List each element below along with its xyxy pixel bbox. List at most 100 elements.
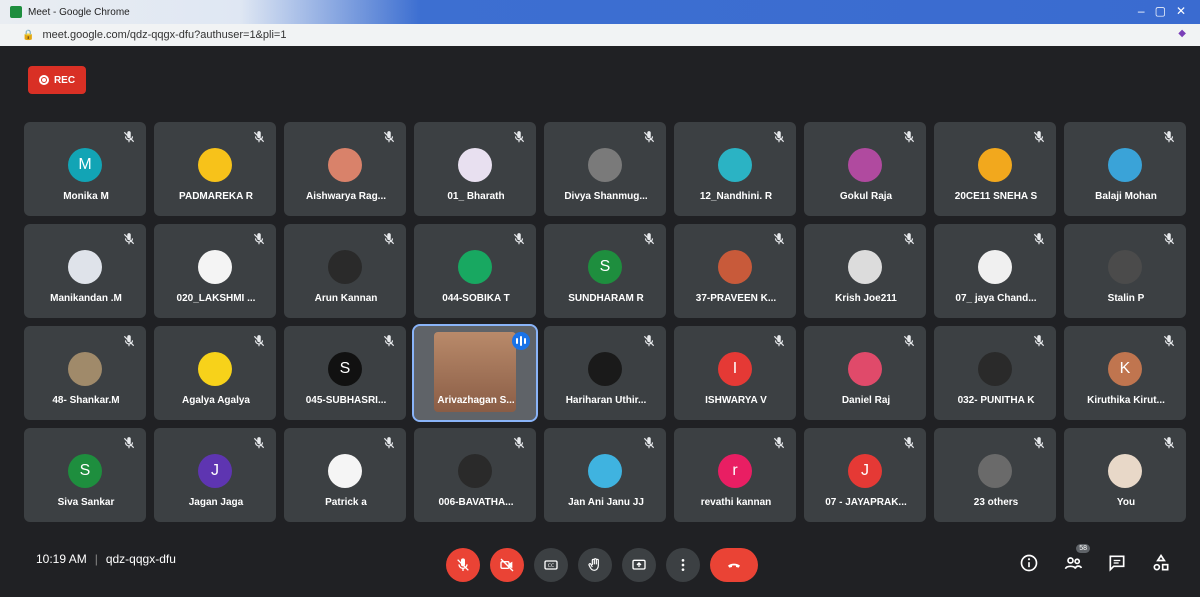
mic-muted-icon (642, 334, 656, 348)
participant-tile[interactable]: 044-SOBIKA T (414, 224, 536, 318)
participant-name: 37-PRAVEEN K... (695, 293, 777, 304)
mic-off-icon (457, 558, 469, 571)
participant-tile[interactable]: Patrick a (284, 428, 406, 522)
mic-muted-icon (772, 334, 786, 348)
participant-avatar (198, 148, 232, 182)
mic-muted-icon (512, 436, 526, 450)
participant-avatar (1108, 148, 1142, 182)
participant-avatar (848, 250, 882, 284)
people-count-badge: 58 (1076, 544, 1090, 553)
participant-tile[interactable]: 48- Shankar.M (24, 326, 146, 420)
activities-button[interactable] (1150, 552, 1172, 574)
participant-tile[interactable]: 37-PRAVEEN K... (674, 224, 796, 318)
present-icon (632, 559, 646, 570)
raise-hand-button[interactable] (578, 548, 612, 582)
participant-tile[interactable]: 006-BAVATHA... (414, 428, 536, 522)
participant-tile[interactable]: Divya Shanmug... (544, 122, 666, 216)
mic-muted-icon (1162, 232, 1176, 246)
avatar-initial: M (78, 156, 92, 173)
meeting-details-button[interactable] (1018, 552, 1040, 574)
participant-tile[interactable]: 20CE11 SNEHA S (934, 122, 1056, 216)
participant-tile[interactable]: Aishwarya Rag... (284, 122, 406, 216)
participant-name: Gokul Raja (839, 191, 893, 202)
participant-name: 01_ Bharath (447, 191, 505, 202)
participant-tile[interactable]: Arun Kannan (284, 224, 406, 318)
participant-tile[interactable]: 020_LAKSHMI ... (154, 224, 276, 318)
participant-tile[interactable]: Jan Ani Janu JJ (544, 428, 666, 522)
participant-tile[interactable]: S 045-SUBHASRI... (284, 326, 406, 420)
participant-tile[interactable]: Balaji Mohan (1064, 122, 1186, 216)
participant-avatar: M (68, 148, 102, 182)
mic-muted-icon (382, 334, 396, 348)
mic-muted-icon (772, 436, 786, 450)
participant-tile[interactable]: Agalya Agalya (154, 326, 276, 420)
meeting-info: 10:19 AM | qdz-qqgx-dfu (36, 552, 176, 566)
participant-tile[interactable]: 23 others (934, 428, 1056, 522)
participant-tile[interactable]: Krish Joe211 (804, 224, 926, 318)
participant-avatar (68, 250, 102, 284)
lock-icon[interactable]: 🔒 (22, 30, 34, 41)
participant-tile[interactable]: Arivazhagan S... (412, 324, 538, 422)
recording-badge: REC (28, 66, 86, 94)
captions-button[interactable]: CC (534, 548, 568, 582)
mic-muted-icon (772, 232, 786, 246)
participant-name: Arun Kannan (314, 293, 378, 304)
participant-avatar (458, 454, 492, 488)
address-bar[interactable]: 🔒 meet.google.com/qdz-qqgx-dfu?authuser=… (0, 24, 1200, 46)
meeting-time: 10:19 AM (36, 552, 87, 566)
participant-avatar: I (718, 352, 752, 386)
participant-tile[interactable]: 12_Nandhini. R (674, 122, 796, 216)
people-button[interactable]: 58 (1062, 544, 1090, 574)
more-options-button[interactable] (666, 548, 700, 582)
meet-app-icon (10, 6, 22, 18)
participant-tile[interactable]: Manikandan .M (24, 224, 146, 318)
mic-muted-icon (1162, 436, 1176, 450)
participant-tile[interactable]: J 07 - JAYAPRAK... (804, 428, 926, 522)
participant-name: 20CE11 SNEHA S (954, 191, 1038, 202)
participant-avatar (458, 148, 492, 182)
extension-icon[interactable]: ◆ (1178, 28, 1186, 39)
participant-name: Divya Shanmug... (564, 191, 648, 202)
mic-toggle-button[interactable] (446, 548, 480, 582)
participant-avatar (848, 352, 882, 386)
present-button[interactable] (622, 548, 656, 582)
participant-tile[interactable]: J Jagan Jaga (154, 428, 276, 522)
avatar-initial: J (861, 462, 869, 479)
participant-tile[interactable]: 032- PUNITHA K (934, 326, 1056, 420)
hand-icon (588, 558, 599, 571)
participant-avatar (328, 454, 362, 488)
minimize-icon[interactable]: – (1138, 4, 1145, 18)
participant-name: Hariharan Uthir... (565, 395, 647, 406)
phone-hangup-icon (728, 563, 740, 568)
end-call-button[interactable] (710, 548, 758, 582)
side-controls: 58 (1018, 544, 1172, 574)
participant-tile[interactable]: S SUNDHARAM R (544, 224, 666, 318)
participant-tile[interactable]: Stalin P (1064, 224, 1186, 318)
camera-toggle-button[interactable] (490, 548, 524, 582)
participant-name: Aishwarya Rag... (305, 191, 387, 202)
participant-tile[interactable]: Gokul Raja (804, 122, 926, 216)
chat-button[interactable] (1106, 552, 1128, 574)
participant-avatar: r (718, 454, 752, 488)
participant-tile[interactable]: M Monika M (24, 122, 146, 216)
participant-name: Siva Sankar (57, 497, 115, 508)
participant-tile[interactable]: You (1064, 428, 1186, 522)
call-controls: CC (446, 548, 758, 582)
participant-tile[interactable]: K Kiruthika Kirut... (1064, 326, 1186, 420)
participant-tile[interactable]: r revathi kannan (674, 428, 796, 522)
participant-name: PADMAREKA R (179, 191, 253, 202)
participant-tile[interactable]: S Siva Sankar (24, 428, 146, 522)
participant-tile[interactable]: 01_ Bharath (414, 122, 536, 216)
participant-avatar (328, 250, 362, 284)
participant-tile[interactable]: PADMAREKA R (154, 122, 276, 216)
participant-tile[interactable]: Hariharan Uthir... (544, 326, 666, 420)
maximize-icon[interactable]: ▢ (1155, 4, 1166, 18)
participant-avatar (458, 250, 492, 284)
participant-tile[interactable]: 07_ jaya Chand... (934, 224, 1056, 318)
participant-tile[interactable]: Daniel Raj (804, 326, 926, 420)
mic-muted-icon (122, 334, 136, 348)
close-icon[interactable]: ✕ (1176, 4, 1186, 18)
url-text[interactable]: meet.google.com/qdz-qqgx-dfu?authuser=1&… (42, 29, 286, 41)
mic-muted-icon (902, 130, 916, 144)
participant-tile[interactable]: I ISHWARYA V (674, 326, 796, 420)
